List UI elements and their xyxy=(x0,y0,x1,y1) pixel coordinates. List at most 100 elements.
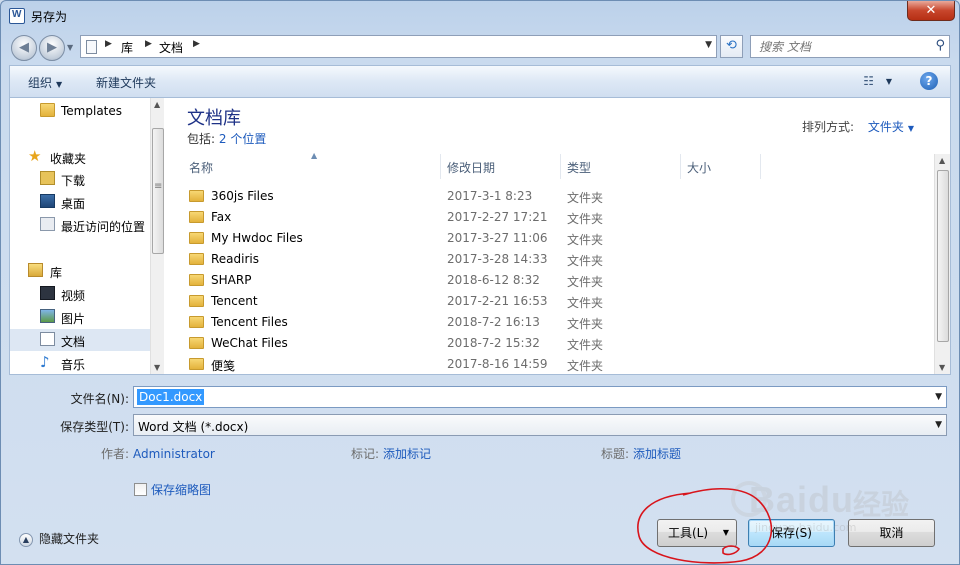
file-row[interactable]: SHARP 2018-6-12 8:32 文件夹 xyxy=(183,270,929,291)
tags-meta: 标记: 添加标记 xyxy=(351,445,431,462)
download-folder-icon xyxy=(40,171,55,185)
column-size[interactable]: 大小 xyxy=(681,154,761,179)
view-options-icon[interactable]: ☷ xyxy=(863,74,874,88)
add-title-link[interactable]: 添加标题 xyxy=(633,447,681,461)
hide-folders-toggle[interactable]: ▲ 隐藏文件夹 xyxy=(19,530,99,547)
folder-icon xyxy=(189,316,204,328)
scroll-up-icon[interactable]: ▲ xyxy=(154,100,160,109)
tools-button[interactable]: 工具(L) ▼ xyxy=(657,519,737,547)
file-date: 2018-7-2 15:32 xyxy=(447,336,540,350)
cancel-button[interactable]: 取消 xyxy=(848,519,935,547)
desktop-icon xyxy=(40,194,55,208)
file-date: 2018-7-2 16:13 xyxy=(447,315,540,329)
file-scroll-thumb[interactable] xyxy=(937,170,949,342)
file-type: 文件夹 xyxy=(567,254,604,268)
file-type: 文件夹 xyxy=(567,338,604,352)
column-name-label: 名称 xyxy=(189,161,214,175)
title-meta: 标题: 添加标题 xyxy=(601,445,681,462)
breadcrumb-separator-icon[interactable]: ▶ xyxy=(105,39,112,49)
recent-locations-chevron-icon[interactable]: ▼ xyxy=(67,43,73,52)
add-tags-link[interactable]: 添加标记 xyxy=(383,447,431,461)
search-input[interactable] xyxy=(751,36,921,57)
nav-item-desktop[interactable]: 桌面 xyxy=(10,191,150,213)
search-icon[interactable]: ⚲ xyxy=(935,38,945,53)
nav-item-videos[interactable]: 视频 xyxy=(10,283,150,305)
breadcrumb-separator-icon[interactable]: ▶ xyxy=(193,39,200,49)
scroll-down-icon[interactable]: ▼ xyxy=(939,363,945,372)
filetype-dropdown-icon[interactable]: ▼ xyxy=(935,420,942,430)
nav-item-recent-places[interactable]: 最近访问的位置 xyxy=(10,214,150,236)
save-thumbnail-checkbox[interactable] xyxy=(134,483,147,496)
nav-scroll-thumb[interactable] xyxy=(152,128,164,254)
file-row[interactable]: 360js Files 2017-3-1 8:23 文件夹 xyxy=(183,186,929,207)
file-date: 2017-2-27 17:21 xyxy=(447,210,548,224)
breadcrumb-documents[interactable]: 文档 xyxy=(159,39,183,56)
forward-button[interactable]: ▶ xyxy=(39,35,65,61)
nav-item-label: 视频 xyxy=(61,289,86,303)
file-row[interactable]: Tencent Files 2018-7-2 16:13 文件夹 xyxy=(183,312,929,333)
filename-label: 文件名(N): xyxy=(70,392,129,406)
address-dropdown-icon[interactable]: ▼ xyxy=(705,40,712,50)
address-bar[interactable]: ▶ 库 ▶ 文档 ▶ ▼ xyxy=(80,35,717,58)
refresh-button[interactable]: ⟲ xyxy=(720,35,743,58)
file-row[interactable]: 便笺 2017-8-16 14:59 文件夹 xyxy=(183,354,929,375)
watermark-brand: Baidu xyxy=(749,479,855,520)
file-type: 文件夹 xyxy=(567,233,604,247)
close-button[interactable]: ✕ xyxy=(907,1,955,21)
nav-item-pictures[interactable]: 图片 xyxy=(10,306,150,328)
nav-item-favorites[interactable]: ★ 收藏夹 xyxy=(10,146,150,168)
nav-item-documents[interactable]: 文档 xyxy=(10,329,150,351)
filename-value[interactable]: Doc1.docx xyxy=(137,389,205,405)
nav-item-music[interactable]: ♪ 音乐 xyxy=(10,352,150,374)
nav-pane-scrollbar[interactable]: ▲ ▼ xyxy=(150,98,164,374)
folder-icon xyxy=(189,295,204,307)
breadcrumb-separator-icon[interactable]: ▶ xyxy=(145,39,152,49)
file-row[interactable]: My Hwdoc Files 2017-3-27 11:06 文件夹 xyxy=(183,228,929,249)
column-type[interactable]: 类型 xyxy=(561,154,681,179)
file-type: 文件夹 xyxy=(567,296,604,310)
library-locations-link[interactable]: 2 个位置 xyxy=(219,132,266,146)
column-date-modified[interactable]: 修改日期 xyxy=(441,154,561,179)
back-button[interactable]: ◀ xyxy=(11,35,37,61)
file-row[interactable]: Tencent 2017-2-21 16:53 文件夹 xyxy=(183,291,929,312)
recent-places-icon xyxy=(40,217,55,231)
scroll-up-icon[interactable]: ▲ xyxy=(939,156,945,165)
filename-dropdown-icon[interactable]: ▼ xyxy=(935,392,942,402)
folder-icon xyxy=(189,190,204,202)
folder-icon xyxy=(189,253,204,265)
filename-field[interactable]: Doc1.docx ▼ xyxy=(133,386,947,408)
folder-icon xyxy=(189,232,204,244)
navigation-pane: Templates ★ 收藏夹 下载 桌面 最近访问的位置 库 视频 图片 文档… xyxy=(10,98,164,374)
new-folder-button[interactable]: 新建文件夹 xyxy=(96,74,156,91)
column-name[interactable]: 名称 ▲ xyxy=(183,151,441,179)
file-list-scrollbar[interactable]: ▲ ▼ xyxy=(934,154,950,374)
hide-folders-label: 隐藏文件夹 xyxy=(39,532,100,546)
help-icon[interactable]: ? xyxy=(920,72,938,90)
filetype-select[interactable]: Word 文档 (*.docx) ▼ xyxy=(133,414,947,436)
breadcrumb-library[interactable]: 库 xyxy=(121,39,133,56)
author-value[interactable]: Administrator xyxy=(133,447,215,461)
chevron-down-icon[interactable]: ▼ xyxy=(908,124,914,133)
folder-icon xyxy=(189,211,204,223)
arrange-by-dropdown[interactable]: 文件夹 xyxy=(868,120,904,134)
file-row[interactable]: Readiris 2017-3-28 14:33 文件夹 xyxy=(183,249,929,270)
scroll-down-icon[interactable]: ▼ xyxy=(154,363,160,372)
window-title: 另存为 xyxy=(31,10,68,24)
nav-item-label: 最近访问的位置 xyxy=(61,220,146,234)
nav-item-label: Templates xyxy=(61,104,123,118)
watermark-brand-cn: 经验 xyxy=(853,488,910,521)
nav-item-templates[interactable]: Templates xyxy=(10,100,150,122)
search-box[interactable]: ⚲ xyxy=(750,35,950,58)
file-date: 2017-3-28 14:33 xyxy=(447,252,548,266)
save-thumbnail-label[interactable]: 保存缩略图 xyxy=(151,481,211,498)
file-list-pane: 文档库 包括: 2 个位置 排列方式: 文件夹 ▼ 名称 ▲ 修改日期 类型 大小 xyxy=(167,98,950,374)
chevron-down-icon: ▼ xyxy=(56,80,63,89)
file-date: 2017-3-1 8:23 xyxy=(447,189,533,203)
nav-item-libraries[interactable]: 库 xyxy=(10,260,150,282)
organize-button[interactable]: 组织 ▼ xyxy=(28,74,62,91)
view-dropdown-icon[interactable]: ▼ xyxy=(886,77,892,86)
save-button[interactable]: 保存(S) xyxy=(748,519,835,547)
file-row[interactable]: WeChat Files 2018-7-2 15:32 文件夹 xyxy=(183,333,929,354)
file-row[interactable]: Fax 2017-2-27 17:21 文件夹 xyxy=(183,207,929,228)
nav-item-downloads[interactable]: 下载 xyxy=(10,168,150,190)
